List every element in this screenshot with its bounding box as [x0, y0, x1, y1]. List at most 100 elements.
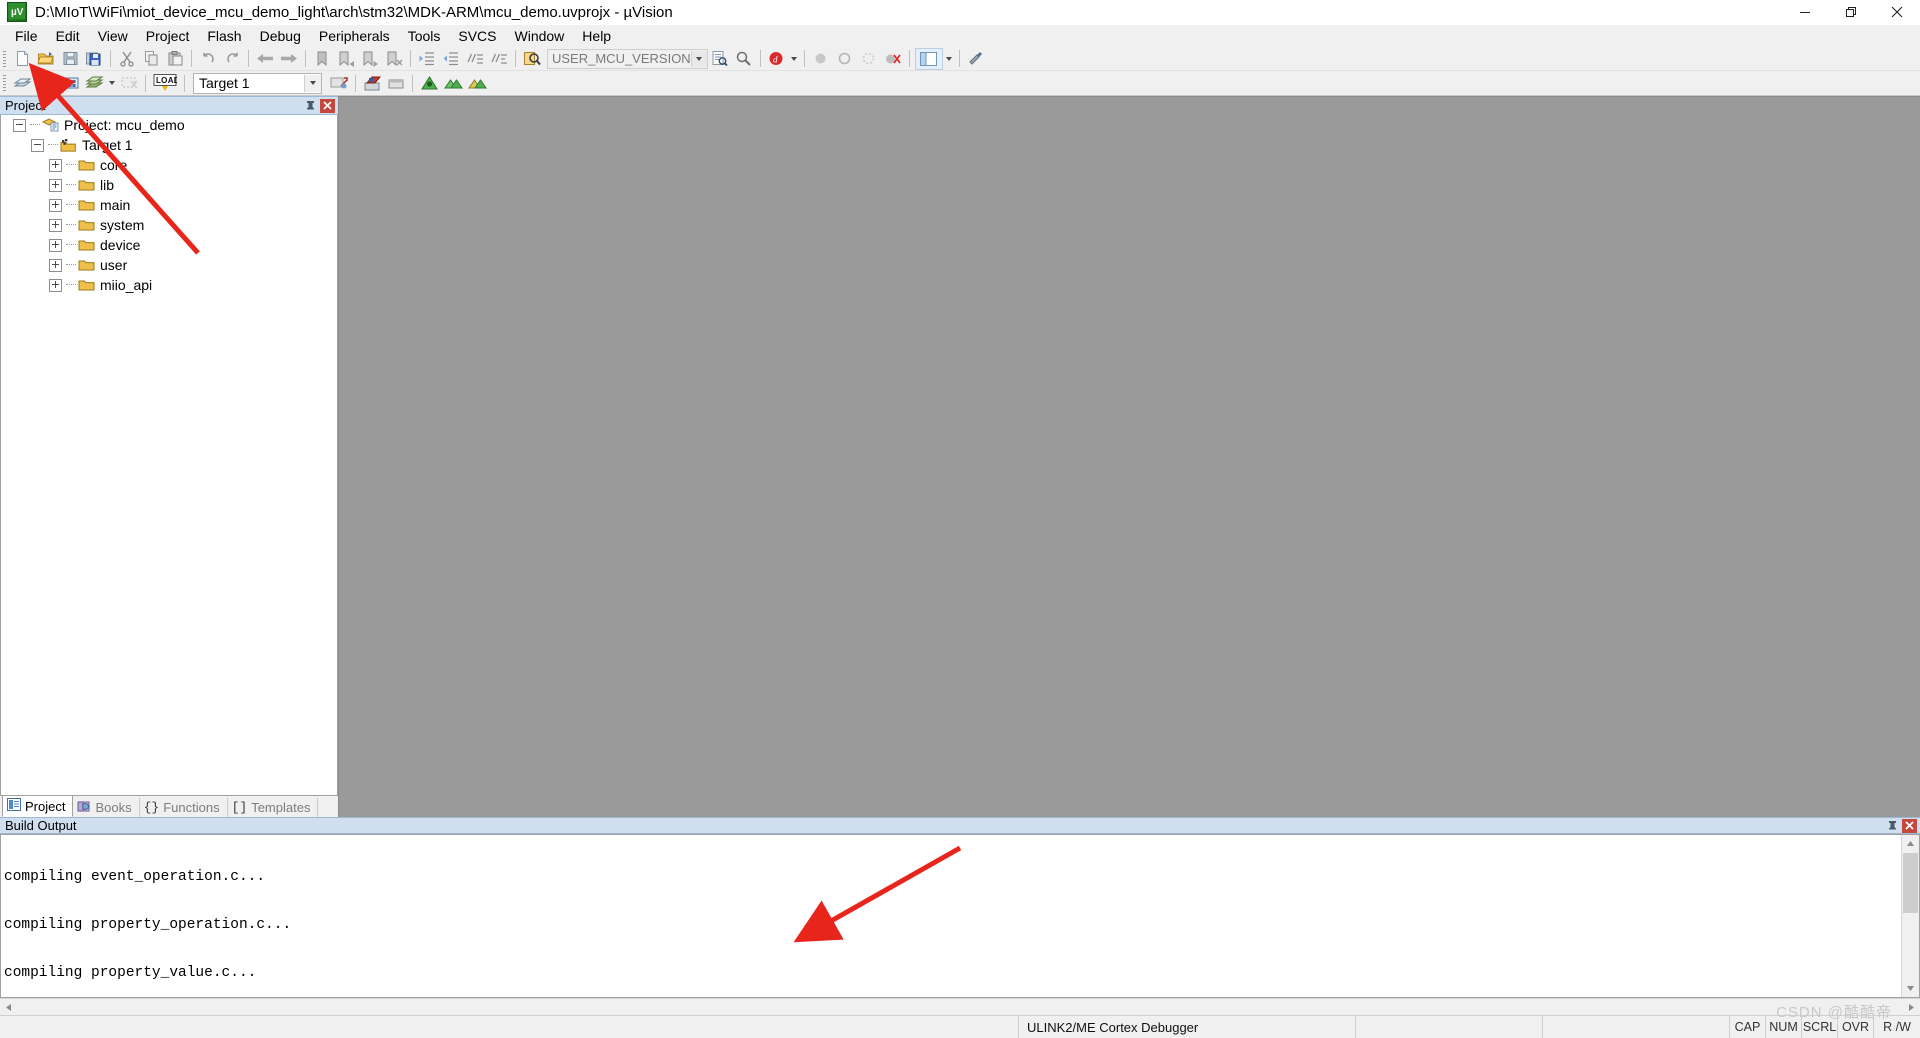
- debug-dropdown-arrow-icon[interactable]: [789, 49, 800, 69]
- manage-run-time-env-icon[interactable]: [418, 73, 440, 93]
- target-selector[interactable]: Target 1: [193, 72, 322, 94]
- find-combo[interactable]: USER_MCU_VERSION: [547, 48, 708, 69]
- menu-project[interactable]: Project: [137, 26, 199, 46]
- tree-item-core[interactable]: core: [1, 155, 337, 175]
- menu-flash[interactable]: Flash: [198, 26, 250, 46]
- tree-expander-minus-icon[interactable]: [31, 138, 44, 152]
- bookmark-prev-icon[interactable]: [335, 49, 357, 69]
- scroll-left-arrow-icon[interactable]: [0, 999, 17, 1016]
- build-output-body[interactable]: compiling event_operation.c... compiling…: [0, 834, 1920, 998]
- configure-view-dropdown-icon[interactable]: [944, 49, 955, 69]
- breakpoint-disable-icon[interactable]: [834, 49, 856, 69]
- pin-icon[interactable]: [303, 99, 318, 113]
- scrollbar-thumb[interactable]: [1903, 853, 1918, 913]
- menu-tools[interactable]: Tools: [399, 26, 450, 46]
- find-in-files-icon[interactable]: [521, 49, 543, 69]
- breakpoint-kill-all-icon[interactable]: [882, 49, 904, 69]
- tree-expander-minus-icon[interactable]: [13, 118, 26, 132]
- menu-file[interactable]: File: [6, 26, 47, 46]
- save-all-icon[interactable]: [83, 49, 105, 69]
- batch-build-icon[interactable]: [83, 73, 105, 93]
- paste-icon[interactable]: [164, 49, 186, 69]
- save-icon[interactable]: [59, 49, 81, 69]
- build-output-text[interactable]: compiling event_operation.c... compiling…: [1, 835, 1901, 997]
- tree-item-lib[interactable]: lib: [1, 175, 337, 195]
- find-in-files-button-icon[interactable]: [709, 49, 731, 69]
- menu-edit[interactable]: Edit: [47, 26, 89, 46]
- tree-item-device[interactable]: device: [1, 235, 337, 255]
- menu-svcs[interactable]: SVCS: [449, 26, 505, 46]
- translate-file-icon[interactable]: [11, 73, 33, 93]
- navigate-back-icon[interactable]: [254, 49, 276, 69]
- tree-expander-plus-icon[interactable]: [49, 238, 62, 252]
- debug-session-icon[interactable]: d: [766, 49, 788, 69]
- comment-lines-icon[interactable]: [464, 49, 486, 69]
- close-icon[interactable]: [320, 98, 335, 113]
- tree-item-system[interactable]: system: [1, 215, 337, 235]
- pack-installer-icon[interactable]: [385, 73, 407, 93]
- tab-project[interactable]: Project: [2, 795, 74, 817]
- close-button[interactable]: [1874, 0, 1920, 24]
- undo-icon[interactable]: [197, 49, 219, 69]
- bookmark-next-icon[interactable]: [359, 49, 381, 69]
- menu-window[interactable]: Window: [506, 26, 574, 46]
- pin-icon[interactable]: [1885, 819, 1900, 833]
- project-tree[interactable]: Project: mcu_demo Target 1 core lib main…: [0, 115, 338, 796]
- rebuild-all-icon[interactable]: [59, 73, 81, 93]
- tree-expander-plus-icon[interactable]: [49, 258, 62, 272]
- tree-item-project[interactable]: Project: mcu_demo: [1, 115, 337, 135]
- cut-icon[interactable]: [116, 49, 138, 69]
- copy-icon[interactable]: [140, 49, 162, 69]
- build-output-vertical-scrollbar[interactable]: [1901, 835, 1919, 997]
- breakpoint-disable-all-icon[interactable]: [858, 49, 880, 69]
- tab-functions[interactable]: {} Functions: [140, 798, 228, 817]
- tree-expander-plus-icon[interactable]: [49, 198, 62, 212]
- toolbar-grip[interactable]: [3, 75, 6, 91]
- manage-project-items-icon[interactable]: [361, 73, 383, 93]
- indent-increase-icon[interactable]: [416, 49, 438, 69]
- build-output-horizontal-scrollbar[interactable]: [0, 998, 1920, 1015]
- scroll-right-arrow-icon[interactable]: [1903, 999, 1920, 1016]
- redo-icon[interactable]: [221, 49, 243, 69]
- download-load-icon[interactable]: LOAD: [151, 73, 179, 93]
- close-icon[interactable]: [1902, 818, 1917, 833]
- minimize-button[interactable]: [1782, 0, 1828, 24]
- tree-item-main[interactable]: main: [1, 195, 337, 215]
- configure-view-icon[interactable]: [914, 47, 943, 70]
- tab-books[interactable]: Books: [73, 798, 140, 817]
- tree-expander-plus-icon[interactable]: [49, 178, 62, 192]
- new-file-icon[interactable]: [11, 49, 33, 69]
- bookmark-clear-icon[interactable]: [383, 49, 405, 69]
- navigate-forward-icon[interactable]: [278, 49, 300, 69]
- chevron-down-icon[interactable]: [690, 50, 707, 67]
- scroll-up-arrow-icon[interactable]: [1902, 835, 1919, 852]
- incremental-find-icon[interactable]: [733, 49, 755, 69]
- tree-expander-plus-icon[interactable]: [49, 278, 62, 292]
- indent-decrease-icon[interactable]: [440, 49, 462, 69]
- menu-debug[interactable]: Debug: [251, 26, 310, 46]
- tree-item-miio-api[interactable]: miio_api: [1, 275, 337, 295]
- breakpoint-insert-icon[interactable]: [810, 49, 832, 69]
- bookmark-toggle-icon[interactable]: [311, 49, 333, 69]
- tree-item-user[interactable]: user: [1, 255, 337, 275]
- tree-expander-plus-icon[interactable]: [49, 218, 62, 232]
- batch-build-dropdown-icon[interactable]: [106, 73, 117, 93]
- select-software-packs-icon[interactable]: [442, 73, 464, 93]
- settings-icon[interactable]: [965, 49, 987, 69]
- stop-build-icon[interactable]: [118, 73, 140, 93]
- tree-expander-plus-icon[interactable]: [49, 158, 62, 172]
- open-file-icon[interactable]: [35, 49, 57, 69]
- tree-item-target[interactable]: Target 1: [1, 135, 337, 155]
- menu-peripherals[interactable]: Peripherals: [310, 26, 399, 46]
- menu-view[interactable]: View: [89, 26, 137, 46]
- uncomment-lines-icon[interactable]: [488, 49, 510, 69]
- maximize-button[interactable]: [1828, 0, 1874, 24]
- build-target-icon[interactable]: [35, 73, 57, 93]
- chevron-down-icon[interactable]: [304, 74, 321, 92]
- toolbar-grip[interactable]: [3, 50, 6, 67]
- scroll-down-arrow-icon[interactable]: [1902, 980, 1919, 997]
- editor-area[interactable]: [338, 96, 1920, 817]
- target-options-icon[interactable]: [328, 73, 350, 93]
- tab-templates[interactable]: [] Templates: [228, 798, 319, 817]
- pack-update-icon[interactable]: [466, 73, 488, 93]
